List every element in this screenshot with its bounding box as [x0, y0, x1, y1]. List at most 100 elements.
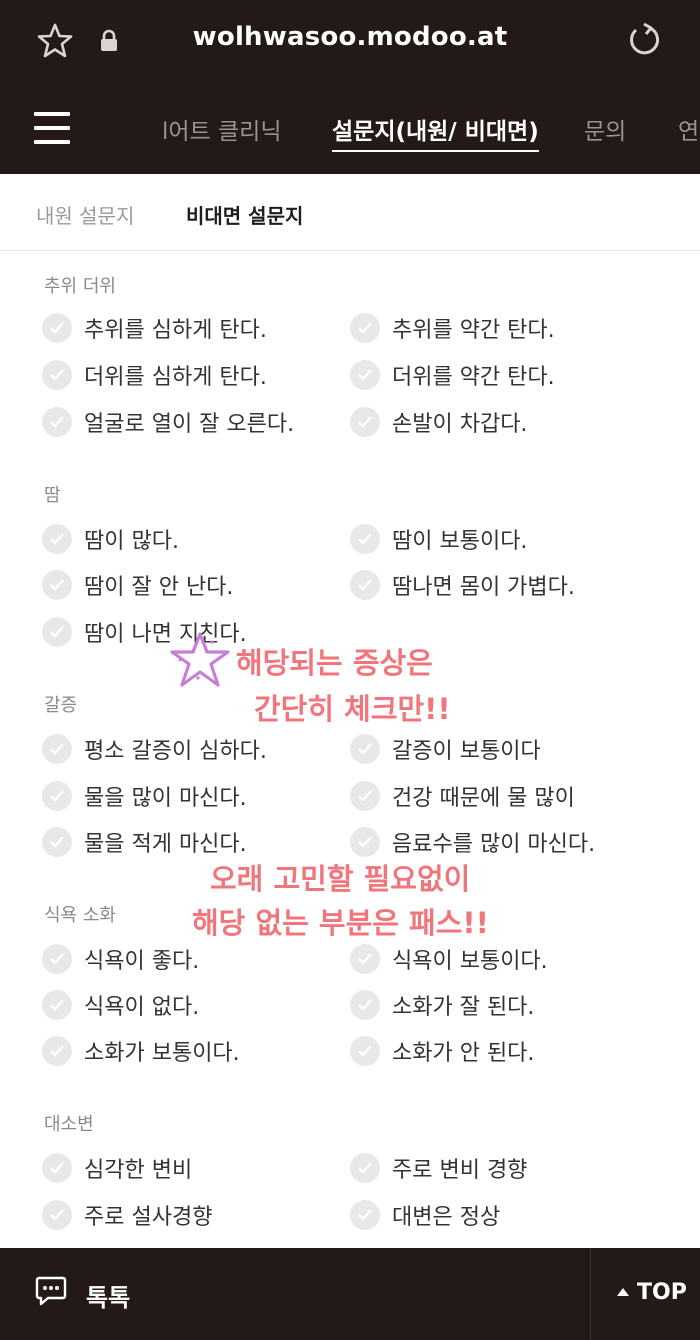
option-checkbox[interactable]: 평소 갈증이 심하다.: [42, 731, 267, 767]
overlay-note-line1: 해당되는 증상은: [236, 646, 433, 680]
check-icon: [42, 1036, 72, 1066]
option-label: 땀이 잘 안 난다.: [84, 575, 234, 600]
option-checkbox[interactable]: 땀이 많다.: [42, 521, 179, 557]
option-label: 더위를 약간 탄다.: [392, 365, 555, 390]
option-label: 소화가 잘 된다.: [392, 995, 535, 1020]
option-label: 갈증이 보통이다: [392, 739, 541, 764]
option-checkbox[interactable]: 소화가 안 된다.: [350, 1033, 534, 1069]
overlay-note-line4: 해당 없는 부분은 패스!!: [192, 906, 489, 940]
option-checkbox[interactable]: 식욕이 없다.: [42, 987, 199, 1023]
check-icon: [350, 781, 380, 811]
option-label: 소화가 보통이다.: [84, 1041, 240, 1066]
option-label: 건강 때문에 물 많이: [392, 786, 575, 811]
option-label: 식욕이 좋다.: [84, 949, 200, 974]
section-title-appetite: 식욕 소화: [44, 905, 116, 926]
option-label: 주로 변비 경향: [392, 1158, 528, 1183]
chat-icon[interactable]: [34, 1274, 68, 1308]
overlay-note-line2: 간단히 체크만!!: [254, 692, 451, 726]
menu-icon[interactable]: [34, 112, 70, 146]
check-icon: [350, 944, 380, 974]
option-checkbox[interactable]: 건강 때문에 물 많이: [350, 778, 575, 814]
option-label: 더위를 심하게 탄다.: [84, 365, 267, 390]
option-label: 주로 설사경향: [84, 1205, 213, 1230]
option-checkbox[interactable]: 땀이 보통이다.: [350, 521, 527, 557]
option-label: 얼굴로 열이 잘 오른다.: [84, 412, 295, 437]
check-icon: [350, 360, 380, 390]
option-checkbox[interactable]: 물을 많이 마신다.: [42, 778, 247, 814]
check-icon: [42, 407, 72, 437]
nav-item-clinic[interactable]: l어트 클리닉: [162, 112, 282, 146]
arrow-up-icon: [617, 1288, 629, 1296]
check-icon: [350, 407, 380, 437]
option-checkbox[interactable]: 추위를 심하게 탄다.: [42, 310, 267, 346]
option-label: 물을 많이 마신다.: [84, 786, 247, 811]
option-checkbox[interactable]: 식욕이 좋다.: [42, 941, 199, 977]
option-checkbox[interactable]: 추위를 약간 탄다.: [350, 310, 555, 346]
top-button-label: TOP: [637, 1280, 687, 1305]
check-icon: [350, 1036, 380, 1066]
tab-remote-survey[interactable]: 비대면 설문지: [186, 200, 303, 229]
option-checkbox[interactable]: 더위를 심하게 탄다.: [42, 357, 267, 393]
nav-item-inquiry[interactable]: 문의: [584, 112, 626, 146]
check-icon: [42, 827, 72, 857]
talk-button-label[interactable]: 톡톡: [86, 1278, 130, 1313]
check-icon: [42, 617, 72, 647]
check-icon: [42, 990, 72, 1020]
option-checkbox[interactable]: 소화가 보통이다.: [42, 1033, 240, 1069]
option-label: 심각한 변비: [84, 1158, 193, 1183]
check-icon: [350, 570, 380, 600]
option-checkbox[interactable]: 손발이 차갑다.: [350, 404, 527, 440]
option-checkbox[interactable]: 심각한 변비: [42, 1150, 192, 1186]
check-icon: [42, 734, 72, 764]
check-icon: [350, 990, 380, 1020]
option-label: 추위를 심하게 탄다.: [84, 318, 267, 343]
option-checkbox[interactable]: 더위를 약간 탄다.: [350, 357, 555, 393]
bottom-bar: 톡톡 TOP: [0, 1248, 700, 1340]
option-checkbox[interactable]: 대변은 정상: [350, 1197, 500, 1233]
check-icon: [350, 1153, 380, 1183]
option-checkbox[interactable]: 갈증이 보통이다: [350, 731, 541, 767]
option-checkbox[interactable]: 주로 설사경향: [42, 1197, 212, 1233]
option-label: 평소 갈증이 심하다.: [84, 739, 267, 764]
option-label: 식욕이 보통이다.: [392, 949, 548, 974]
overlay-note-line3: 오래 고민할 필요없이: [210, 862, 471, 896]
nav-item-survey[interactable]: 설문지(내원/ 비대면): [332, 112, 539, 152]
section-title-cold-heat: 추위 더위: [44, 276, 116, 297]
option-label: 땀나면 몸이 가볍다.: [392, 575, 575, 600]
option-checkbox[interactable]: 식욕이 보통이다.: [350, 941, 548, 977]
option-label: 땀이 보통이다.: [392, 529, 528, 554]
url-text[interactable]: wolhwasoo.modoo.at: [0, 22, 700, 52]
browser-address-bar: wolhwasoo.modoo.at: [0, 0, 700, 84]
check-icon: [350, 734, 380, 764]
reload-icon[interactable]: [624, 20, 664, 60]
tab-visit-survey[interactable]: 내원 설문지: [36, 200, 134, 229]
site-nav: l어트 클리닉 설문지(내원/ 비대면) 문의 연: [0, 84, 700, 174]
option-label: 음료수를 많이 마신다.: [392, 832, 596, 857]
section-title-sweat: 땀: [44, 485, 61, 506]
option-checkbox[interactable]: 얼굴로 열이 잘 오른다.: [42, 404, 294, 440]
check-icon: [42, 360, 72, 390]
check-icon: [350, 524, 380, 554]
check-icon: [42, 1200, 72, 1230]
option-label: 대변은 정상: [392, 1205, 501, 1230]
check-icon: [42, 570, 72, 600]
section-title-thirst: 갈증: [44, 695, 78, 716]
option-checkbox[interactable]: 소화가 잘 된다.: [350, 987, 534, 1023]
check-icon: [350, 827, 380, 857]
option-checkbox[interactable]: 음료수를 많이 마신다.: [350, 824, 595, 860]
section-title-bowel: 대소변: [44, 1114, 94, 1135]
option-checkbox[interactable]: 땀나면 몸이 가볍다.: [350, 567, 575, 603]
scroll-top-button[interactable]: TOP: [591, 1248, 700, 1340]
option-label: 식욕이 없다.: [84, 995, 200, 1020]
check-icon: [42, 944, 72, 974]
nav-item-partial[interactable]: 연: [678, 112, 699, 146]
option-label: 물을 적게 마신다.: [84, 832, 247, 857]
survey-subtabs: 내원 설문지 비대면 설문지: [0, 174, 700, 251]
option-label: 소화가 안 된다.: [392, 1041, 535, 1066]
check-icon: [42, 524, 72, 554]
option-checkbox[interactable]: 물을 적게 마신다.: [42, 824, 247, 860]
option-checkbox[interactable]: 주로 변비 경향: [350, 1150, 527, 1186]
check-icon: [350, 1200, 380, 1230]
check-icon: [42, 781, 72, 811]
option-checkbox[interactable]: 땀이 잘 안 난다.: [42, 567, 233, 603]
